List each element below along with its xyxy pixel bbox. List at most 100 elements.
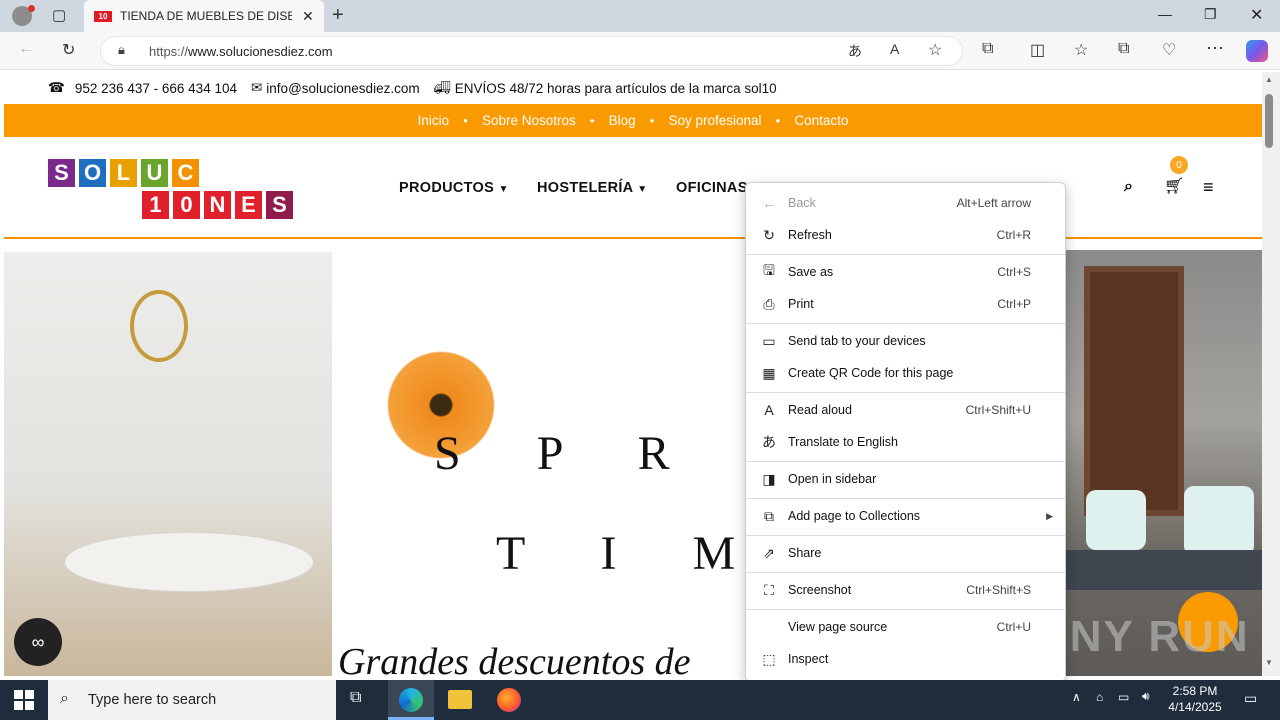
more-menu-icon[interactable]: ⋯ <box>1206 38 1224 59</box>
qr-code-icon: ▦ <box>762 364 776 381</box>
read-aloud-icon: A <box>764 402 774 418</box>
wooden-door <box>1084 266 1184 516</box>
dining-room-image <box>4 252 332 676</box>
clock[interactable]: 2:58 PM 4/14/2025 <box>1166 684 1224 714</box>
favorite-star-icon[interactable]: ☆ <box>928 40 942 60</box>
minimize-button[interactable]: — <box>1158 6 1172 22</box>
menu-item-inspect[interactable]: ⬚ Inspect <box>746 645 1065 673</box>
tab-actions-icon[interactable]: ▢ <box>52 6 66 24</box>
tab-favicon-icon: 10 <box>94 10 112 22</box>
menu-label: Add page to Collections <box>788 509 921 523</box>
menu-item-view-source[interactable]: View page source Ctrl+U <box>746 613 1065 641</box>
back-button[interactable]: ← <box>18 40 34 58</box>
menu-label: Send tab to your devices <box>788 334 926 348</box>
logo-letter: L <box>110 159 137 187</box>
submenu-arrow-icon: ▶ <box>1046 510 1053 521</box>
context-menu: ← Back Alt+Left arrow ↻ Refresh Ctrl+R 🖫 Save… <box>745 182 1066 682</box>
menu-oficinas[interactable]: OFICINAS <box>676 180 748 196</box>
menu-label: Read aloud <box>788 403 852 417</box>
accessibility-button[interactable]: ∞ <box>14 618 62 666</box>
menu-item-add-collections[interactable]: ⧉ Add page to Collections ▶ <box>746 502 1065 530</box>
menu-label: Save as <box>788 265 834 279</box>
menu-label: Back <box>788 196 816 210</box>
cart-icon[interactable]: 🛒︎ <box>1164 176 1184 196</box>
logo-letter: 0 <box>173 191 200 219</box>
menu-label: View page source <box>788 620 888 634</box>
firefox-icon[interactable] <box>497 688 521 712</box>
nav-link-sobre-nosotros[interactable]: Sobre Nosotros <box>482 113 576 128</box>
menu-item-qr-code[interactable]: ▦ Create QR Code for this page <box>746 359 1065 387</box>
close-tab-icon[interactable]: ✕ <box>302 8 314 25</box>
new-tab-button[interactable]: + <box>332 4 344 27</box>
logo-letter: S <box>266 191 293 219</box>
volume-icon[interactable]: 🔊︎ <box>1142 689 1150 704</box>
menu-item-back[interactable]: ← Back Alt+Left arrow <box>746 189 1065 217</box>
address-input[interactable]: https://www.solucionesdiez.com <box>100 36 963 66</box>
menu-item-print[interactable]: ⎙ Print Ctrl+P <box>746 290 1065 318</box>
favorites-icon[interactable]: ☆ <box>1074 40 1088 60</box>
menu-item-save-as[interactable]: 🖫 Save as Ctrl+S <box>746 258 1065 286</box>
caret-down-icon: ▼ <box>498 184 509 195</box>
caret-down-icon: ▼ <box>637 184 648 195</box>
menu-separator <box>746 498 1065 499</box>
nav-separator: ● <box>463 116 468 125</box>
menu-item-screenshot[interactable]: ⛶ Screenshot Ctrl+Shift+S <box>746 576 1065 604</box>
collections-toolbar-icon[interactable]: ⧉ <box>1118 40 1129 58</box>
menu-separator <box>746 254 1065 255</box>
menu-shortcut: Ctrl+R <box>996 228 1031 242</box>
menu-separator <box>746 323 1065 324</box>
split-screen-icon[interactable]: ◫ <box>1030 40 1045 60</box>
scrollbar-thumb[interactable] <box>1265 94 1273 148</box>
extensions-icon[interactable]: ⧉ <box>982 40 993 58</box>
email-text[interactable]: info@solucionesdiez.com <box>266 81 419 96</box>
menu-shortcut: Ctrl+Shift+S <box>966 583 1031 597</box>
nav-link-soy-profesional[interactable]: Soy profesional <box>668 113 761 128</box>
menu-item-translate[interactable]: あ Translate to English <box>746 428 1065 456</box>
scroll-up-arrow-icon[interactable]: ▲ <box>1265 75 1273 84</box>
task-view-icon[interactable]: ⧉ <box>350 689 361 707</box>
file-explorer-icon[interactable] <box>448 690 472 709</box>
translate-page-icon[interactable]: あ <box>848 41 862 61</box>
windows-start-icon[interactable] <box>14 690 34 710</box>
edge-taskbar-button[interactable] <box>388 680 434 720</box>
menu-item-share[interactable]: ⇗ Share <box>746 539 1065 567</box>
copilot-icon[interactable] <box>1246 40 1268 62</box>
collections-icon: ⧉ <box>764 507 774 524</box>
network-icon[interactable]: ⌂ <box>1096 690 1103 704</box>
phone-text[interactable]: 952 236 437 - 666 434 104 <box>75 81 237 96</box>
menu-label: Refresh <box>788 228 832 242</box>
vertical-scrollbar[interactable] <box>1262 72 1280 676</box>
browser-tab[interactable]: 10 TIENDA DE MUEBLES DE DISEÑO ✕ <box>84 0 324 32</box>
close-window-button[interactable]: ✕ <box>1250 5 1263 25</box>
menu-item-send-tab[interactable]: ▭ Send tab to your devices <box>746 327 1065 355</box>
menu-hosteleria[interactable]: HOSTELERÍA ▼ <box>537 180 647 196</box>
monitor-icon[interactable]: ▭ <box>1118 690 1129 704</box>
sidebar-icon: ◨ <box>762 470 776 487</box>
notification-dot-icon <box>28 5 35 12</box>
menu-item-read-aloud[interactable]: A Read aloud Ctrl+Shift+U <box>746 396 1065 424</box>
menu-item-open-sidebar[interactable]: ◨ Open in sidebar <box>746 465 1065 493</box>
restore-button[interactable]: ❐ <box>1204 6 1217 23</box>
menu-shortcut: Ctrl+Shift+U <box>965 403 1031 417</box>
logo-letter: E <box>235 191 262 219</box>
read-aloud-toolbar-icon[interactable]: A <box>890 41 899 57</box>
lock-icon[interactable]: 🔒︎ <box>118 42 125 58</box>
sofa-seat <box>1066 550 1262 590</box>
refresh-button[interactable]: ↻ <box>62 40 75 60</box>
menu-item-refresh[interactable]: ↻ Refresh Ctrl+R <box>746 221 1065 249</box>
tray-overflow-icon[interactable]: ∧ <box>1072 690 1081 704</box>
notifications-icon[interactable]: ▭ <box>1244 690 1257 707</box>
email-icon: ✉ <box>250 80 263 95</box>
search-icon[interactable]: ⌕ <box>1124 178 1133 196</box>
send-device-icon: ▭ <box>762 332 776 349</box>
hamburger-menu-icon[interactable]: ≡ <box>1203 177 1214 198</box>
scroll-down-arrow-icon[interactable]: ▼ <box>1265 658 1273 667</box>
truck-icon: 🚚︎ <box>433 80 451 95</box>
nav-link-inicio[interactable]: Inicio <box>418 113 450 128</box>
nav-link-contacto[interactable]: Contacto <box>794 113 848 128</box>
menu-label: Share <box>788 546 822 560</box>
nav-link-blog[interactable]: Blog <box>609 113 636 128</box>
performance-icon[interactable]: ♡ <box>1162 40 1176 60</box>
taskbar-search-input[interactable]: Type here to search <box>48 680 336 720</box>
menu-productos[interactable]: PRODUCTOS ▼ <box>399 180 509 196</box>
